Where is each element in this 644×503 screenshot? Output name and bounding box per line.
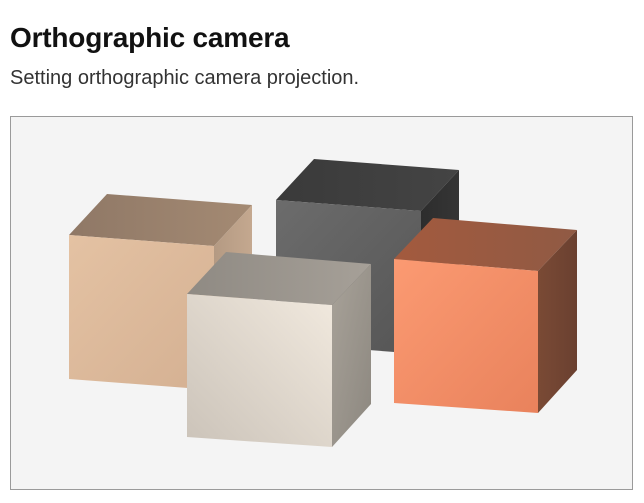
page-title: Orthographic camera	[10, 22, 290, 53]
light-gray-cube-front-face	[187, 294, 332, 447]
page-subtitle: Setting orthographic camera projection.	[10, 67, 360, 89]
orange-cube-front-face	[394, 259, 538, 413]
render-canvas[interactable]	[10, 116, 633, 490]
scene-svg	[69, 159, 577, 447]
light-gray-cube	[187, 252, 371, 447]
orange-cube	[394, 218, 577, 413]
